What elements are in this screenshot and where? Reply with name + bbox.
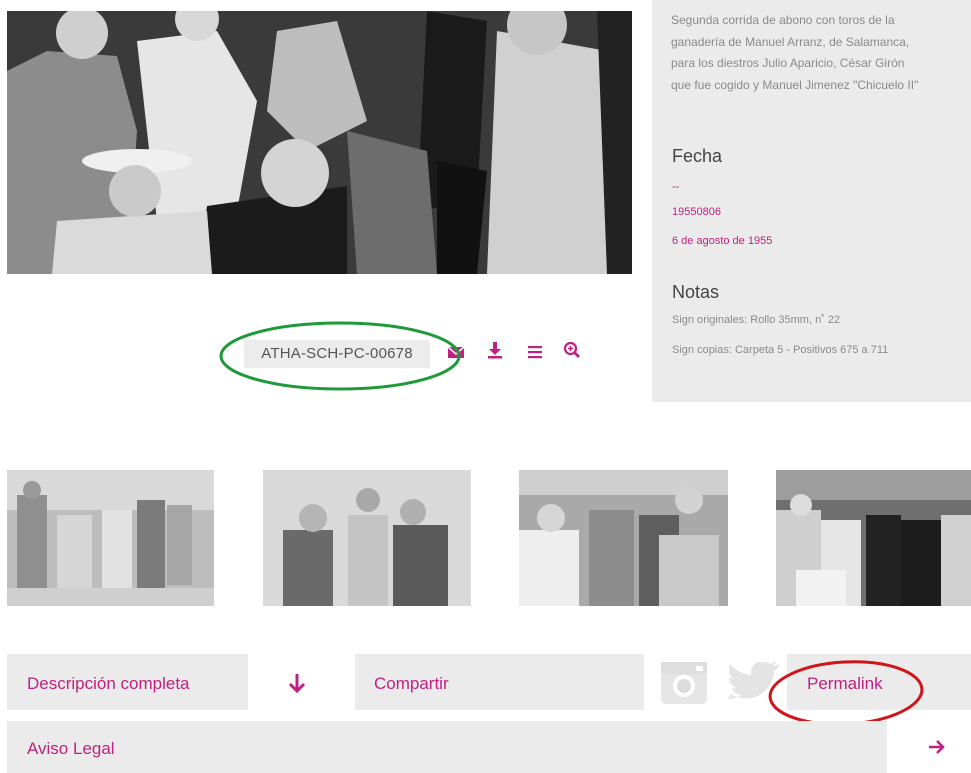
arrow-right-icon[interactable]: [927, 738, 947, 756]
fecha-title: Fecha: [672, 146, 723, 166]
thumbnail-4[interactable]: [776, 470, 971, 606]
download-icon[interactable]: [486, 341, 504, 359]
description-text: Segunda corrida de abono con toros de la…: [671, 10, 966, 96]
descripcion-completa-label: Descripción completa: [27, 674, 190, 693]
compartir-button[interactable]: Compartir: [355, 654, 644, 710]
instagram-icon[interactable]: [660, 661, 708, 705]
notas-line-2: Sign copias: Carpeta 5 - Positivos 675 a…: [672, 344, 889, 356]
description-line: Segunda corrida de abono con toros de la: [671, 13, 895, 27]
aviso-legal-label: Aviso Legal: [27, 739, 115, 758]
description-line: para los diestros Julio Aparicio, César …: [671, 56, 905, 70]
fecha-formatted: 6 de agosto de 1955: [672, 235, 773, 247]
compartir-label: Compartir: [374, 674, 449, 693]
notas-title: Notas: [672, 282, 720, 302]
description-line: que fue cogido y Manuel Jimenez "Chicuel…: [671, 77, 919, 92]
fecha-dash: --: [672, 181, 680, 193]
notas-line-1: Sign originales: Rollo 35mm, n˚ 22: [672, 314, 841, 326]
annotation-green-ellipse: [219, 321, 461, 391]
thumbnail-3[interactable]: [519, 470, 728, 606]
fecha-raw: 19550806: [672, 206, 721, 218]
description-line: ganadería de Manuel Arranz, de Salamanca…: [671, 34, 910, 49]
main-photo[interactable]: [7, 11, 632, 274]
annotation-red-ellipse: [768, 660, 924, 726]
list-icon[interactable]: [526, 343, 544, 361]
descripcion-completa-button[interactable]: Descripción completa: [7, 654, 248, 710]
aviso-legal-button[interactable]: Aviso Legal: [7, 721, 887, 773]
zoom-in-icon[interactable]: [563, 341, 581, 359]
thumbnail-2[interactable]: [263, 470, 471, 606]
arrow-down-icon[interactable]: [287, 672, 307, 694]
thumbnail-1[interactable]: [7, 470, 214, 606]
